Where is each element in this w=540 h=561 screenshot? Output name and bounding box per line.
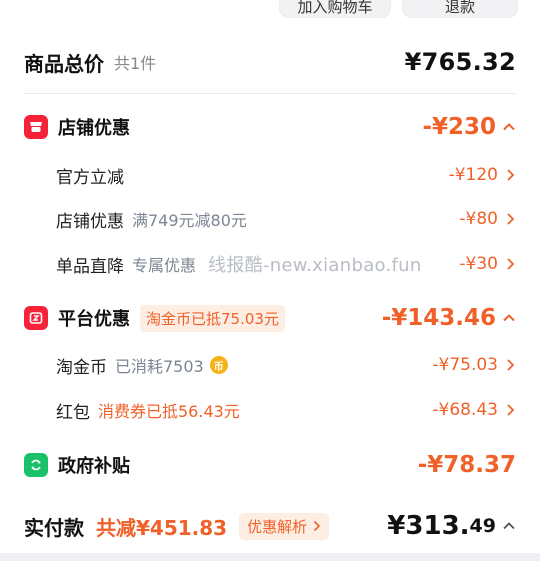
chevron-right-icon — [507, 359, 515, 371]
total-title: 商品总价 — [24, 51, 104, 76]
payment-title: 实付款 — [24, 515, 84, 540]
discount-label: 店铺优惠 — [56, 211, 124, 232]
platform-icon — [24, 306, 48, 330]
subsidy-title: 政府补贴 — [58, 456, 130, 477]
discount-item-coin[interactable]: 淘金币 已消耗7503 币 -¥75.03 — [56, 350, 516, 380]
paid-amount-toggle[interactable]: ¥313. 49 — [387, 511, 516, 541]
discount-label: 官方立减 — [56, 167, 124, 188]
platform-discount-header[interactable]: 平台优惠 淘金币已抵75.03元 -¥143.46 — [24, 301, 516, 335]
shop-discount-header[interactable]: 店铺优惠 -¥230 — [24, 110, 516, 144]
add-to-cart-button[interactable]: 加入购物车 — [279, 0, 391, 18]
subsidy-amount: -¥78.37 — [417, 452, 516, 478]
discount-label: 红包 — [56, 402, 90, 423]
top-action-bar: 加入购物车 退款 — [0, 0, 540, 18]
subsidy-icon — [24, 453, 48, 477]
discount-amount: -¥80 — [459, 209, 498, 229]
divider — [24, 93, 516, 94]
chevron-right-icon — [314, 520, 321, 532]
chevron-right-icon — [507, 258, 515, 270]
total-reduction: 共减¥451.83 — [96, 515, 228, 540]
payment-row: 实付款 共减¥451.83 优惠解析 ¥313. 49 — [24, 506, 516, 546]
chevron-up-icon — [503, 522, 515, 530]
discount-amount: -¥75.03 — [432, 355, 498, 375]
discount-amount: -¥30 — [459, 254, 498, 274]
discount-note: 已消耗7503 — [115, 357, 204, 376]
discount-amount: -¥68.43 — [432, 400, 498, 420]
discount-item-shop[interactable]: 店铺优惠 满749元减80元 -¥80 — [56, 204, 516, 234]
platform-discount-amount: -¥143.46 — [381, 305, 496, 331]
footer-band — [0, 553, 540, 561]
discount-item-redpacket[interactable]: 红包 消费券已抵56.43元 -¥68.43 — [56, 395, 516, 425]
discount-note: 专属优惠 — [132, 256, 197, 275]
discount-analysis-button[interactable]: 优惠解析 — [239, 512, 330, 540]
discount-note: 满749元减80元 — [132, 211, 247, 230]
discount-label: 单品直降 — [56, 256, 124, 277]
discount-item-single[interactable]: 单品直降 专属优惠 线报酷-new.xianbao.fun -¥30 — [56, 249, 516, 279]
total-price: ¥765.32 — [404, 48, 516, 76]
summary-row: 商品总价 共1件 ¥765.32 — [24, 44, 516, 80]
platform-discount-title: 平台优惠 — [58, 309, 130, 330]
coin-offset-tag: 淘金币已抵75.03元 — [140, 304, 285, 332]
shop-icon — [24, 115, 48, 139]
government-subsidy-row: 政府补贴 -¥78.37 — [24, 448, 516, 482]
paid-amount-decimal: 49 — [469, 515, 496, 537]
discount-note: 消费券已抵56.43元 — [98, 402, 240, 421]
item-count: 共1件 — [114, 54, 157, 73]
chevron-up-icon — [503, 314, 515, 322]
chevron-right-icon — [507, 213, 515, 225]
chevron-up-icon — [503, 123, 515, 131]
shop-discount-amount: -¥230 — [422, 114, 496, 140]
analysis-label: 优惠解析 — [247, 517, 308, 536]
discount-label: 淘金币 — [56, 357, 107, 378]
watermark: 线报酷-new.xianbao.fun — [208, 255, 422, 276]
discount-amount: -¥120 — [448, 165, 498, 185]
refund-button[interactable]: 退款 — [402, 0, 518, 18]
paid-amount-main: ¥313. — [387, 511, 470, 541]
chevron-right-icon — [507, 404, 515, 416]
taojinbi-coin-icon: 币 — [209, 356, 228, 374]
chevron-right-icon — [507, 169, 515, 181]
discount-item-official[interactable]: 官方立减 -¥120 — [56, 160, 516, 190]
shop-discount-title: 店铺优惠 — [58, 118, 130, 139]
